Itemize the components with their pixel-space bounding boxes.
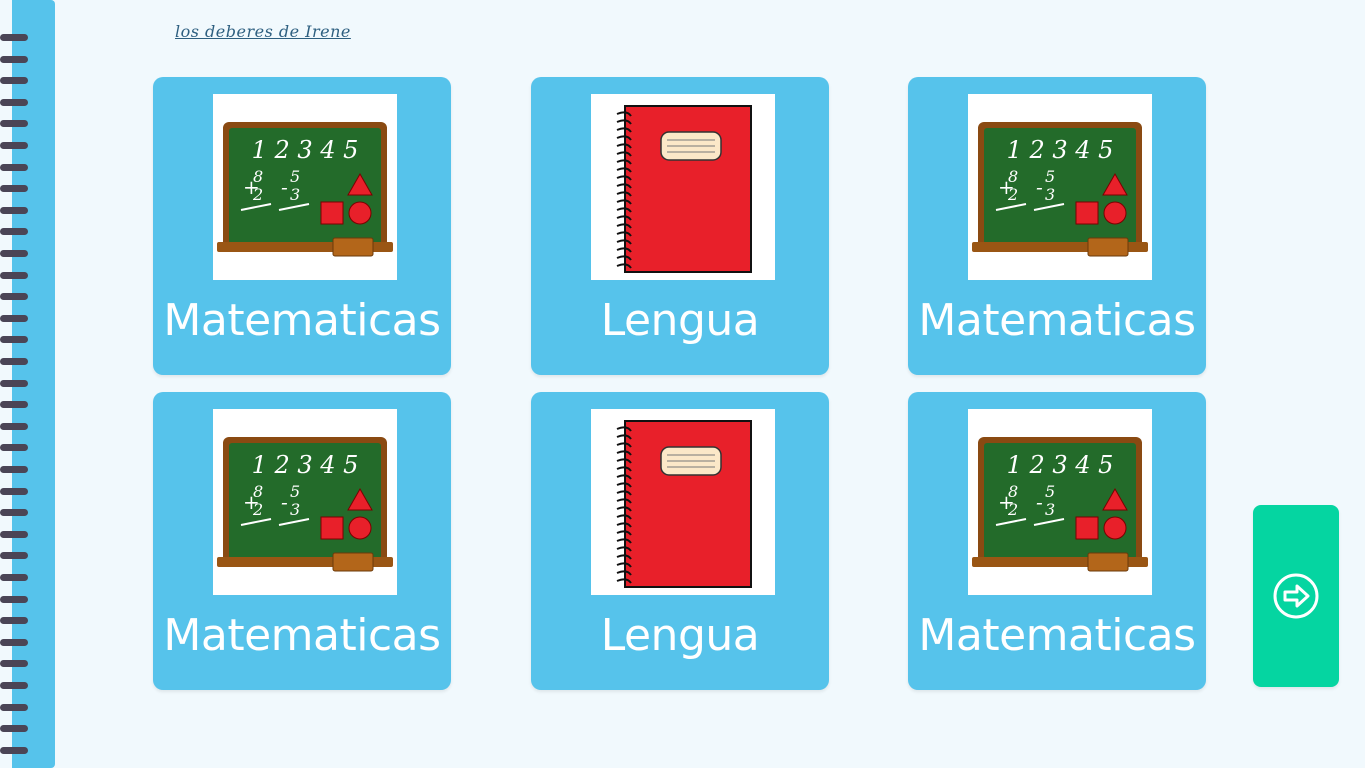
spiral-ring (0, 703, 28, 711)
spiral-ring (0, 617, 28, 625)
svg-text:-: - (281, 175, 288, 199)
chalk-add-bottom: 2 (1007, 185, 1018, 204)
notebook-icon (616, 105, 752, 273)
card-lengua[interactable]: Lengua (531, 77, 829, 375)
spiral-ring (0, 725, 28, 733)
arrow-right-circle-icon (1273, 573, 1319, 619)
spiral-ring (0, 682, 28, 689)
chalk-sub-top: 5 (1045, 482, 1055, 501)
chalk-sub-bottom: 3 (290, 500, 300, 519)
spiral-ring (0, 163, 28, 171)
spiral-ring (0, 55, 28, 63)
card-matematicas[interactable]: 1 2 3 4 5 + 8 2 - 5 3 Matematicas (153, 392, 451, 690)
card-label: Matematicas (918, 610, 1196, 661)
spiral-ring (0, 336, 28, 344)
spiral-ring (0, 444, 28, 452)
chalk-sub-top: 5 (1045, 167, 1055, 186)
spiral-ring (0, 314, 28, 322)
card-picture: 1 2 3 4 5 + 8 2 - 5 3 (213, 409, 397, 595)
spiral-ring (0, 466, 28, 473)
chalk-add-top: 8 (1008, 167, 1018, 186)
chalkboard-icon: 1 2 3 4 5 + 8 2 - 5 3 (217, 437, 393, 572)
card-label: Matematicas (163, 610, 441, 661)
card-picture: 1 2 3 4 5 + 8 2 - 5 3 (968, 94, 1152, 280)
spiral-ring (0, 746, 28, 754)
spiral-ring (0, 401, 28, 409)
chalkboard-icon: 1 2 3 4 5 + 8 2 - 5 3 (972, 122, 1148, 257)
chalk-numbers: 1 2 3 4 5 (1007, 136, 1114, 164)
spiral-ring (0, 358, 28, 365)
chalk-numbers: 1 2 3 4 5 (1007, 451, 1114, 479)
card-matematicas[interactable]: 1 2 3 4 5 + 8 2 - 5 3 Matematicas (908, 392, 1206, 690)
chalkboard-icon: 1 2 3 4 5 + 8 2 - 5 3 (972, 437, 1148, 572)
card-label: Matematicas (918, 295, 1196, 346)
spiral-ring (0, 552, 28, 560)
notebook-spine (0, 0, 55, 768)
spiral-ring (0, 660, 28, 668)
chalk-sub-bottom: 3 (1045, 185, 1055, 204)
chalk-add-top: 8 (253, 167, 263, 186)
svg-text:-: - (1036, 175, 1043, 199)
card-picture (591, 409, 775, 595)
spiral-ring (0, 77, 28, 85)
spiral-ring (0, 574, 28, 581)
card-picture: 1 2 3 4 5 + 8 2 - 5 3 (968, 409, 1152, 595)
card-lengua[interactable]: Lengua (531, 392, 829, 690)
card-picture (591, 94, 775, 280)
spiral-ring (0, 206, 28, 214)
chalk-add-top: 8 (1008, 482, 1018, 501)
chalk-sub-bottom: 3 (1045, 500, 1055, 519)
notebook-page: los deberes de Irene 1 2 3 4 5 + 8 2 - 5… (0, 0, 1365, 768)
spiral-ring (0, 120, 28, 128)
spiral-ring (0, 271, 28, 279)
title-link[interactable]: los deberes de Irene (175, 22, 351, 41)
next-button[interactable] (1253, 505, 1339, 687)
spiral-ring (0, 293, 28, 301)
svg-text:-: - (1036, 490, 1043, 514)
spiral-ring (0, 142, 28, 149)
spiral-ring (0, 509, 28, 517)
spiral-ring (0, 530, 28, 538)
svg-text:-: - (281, 490, 288, 514)
spiral-ring (0, 487, 28, 495)
notebook-icon (616, 420, 752, 588)
card-label: Lengua (600, 295, 760, 346)
chalk-numbers: 1 2 3 4 5 (252, 451, 359, 479)
spiral-ring (0, 595, 28, 603)
spiral-ring (0, 34, 28, 41)
chalk-numbers: 1 2 3 4 5 (252, 136, 359, 164)
chalk-sub-top: 5 (290, 167, 300, 186)
chalkboard-icon: 1 2 3 4 5 + 8 2 - 5 3 (217, 122, 393, 257)
chalk-add-bottom: 2 (252, 500, 263, 519)
chalk-sub-top: 5 (290, 482, 300, 501)
spiral-ring (0, 250, 28, 257)
card-matematicas[interactable]: 1 2 3 4 5 + 8 2 - 5 3 Matematicas (153, 77, 451, 375)
spiral-ring (0, 228, 28, 236)
chalk-add-top: 8 (253, 482, 263, 501)
chalk-sub-bottom: 3 (290, 185, 300, 204)
card-matematicas[interactable]: 1 2 3 4 5 + 8 2 - 5 3 Matematicas (908, 77, 1206, 375)
spiral-ring (0, 638, 28, 646)
spiral-ring (0, 185, 28, 193)
spiral-ring (0, 379, 28, 387)
card-label: Lengua (600, 610, 760, 661)
chalk-add-bottom: 2 (1007, 500, 1018, 519)
spiral-ring (0, 422, 28, 430)
card-label: Matematicas (163, 295, 441, 346)
card-picture: 1 2 3 4 5 + 8 2 - 5 3 (213, 94, 397, 280)
chalk-add-bottom: 2 (252, 185, 263, 204)
spiral-ring (0, 98, 28, 106)
